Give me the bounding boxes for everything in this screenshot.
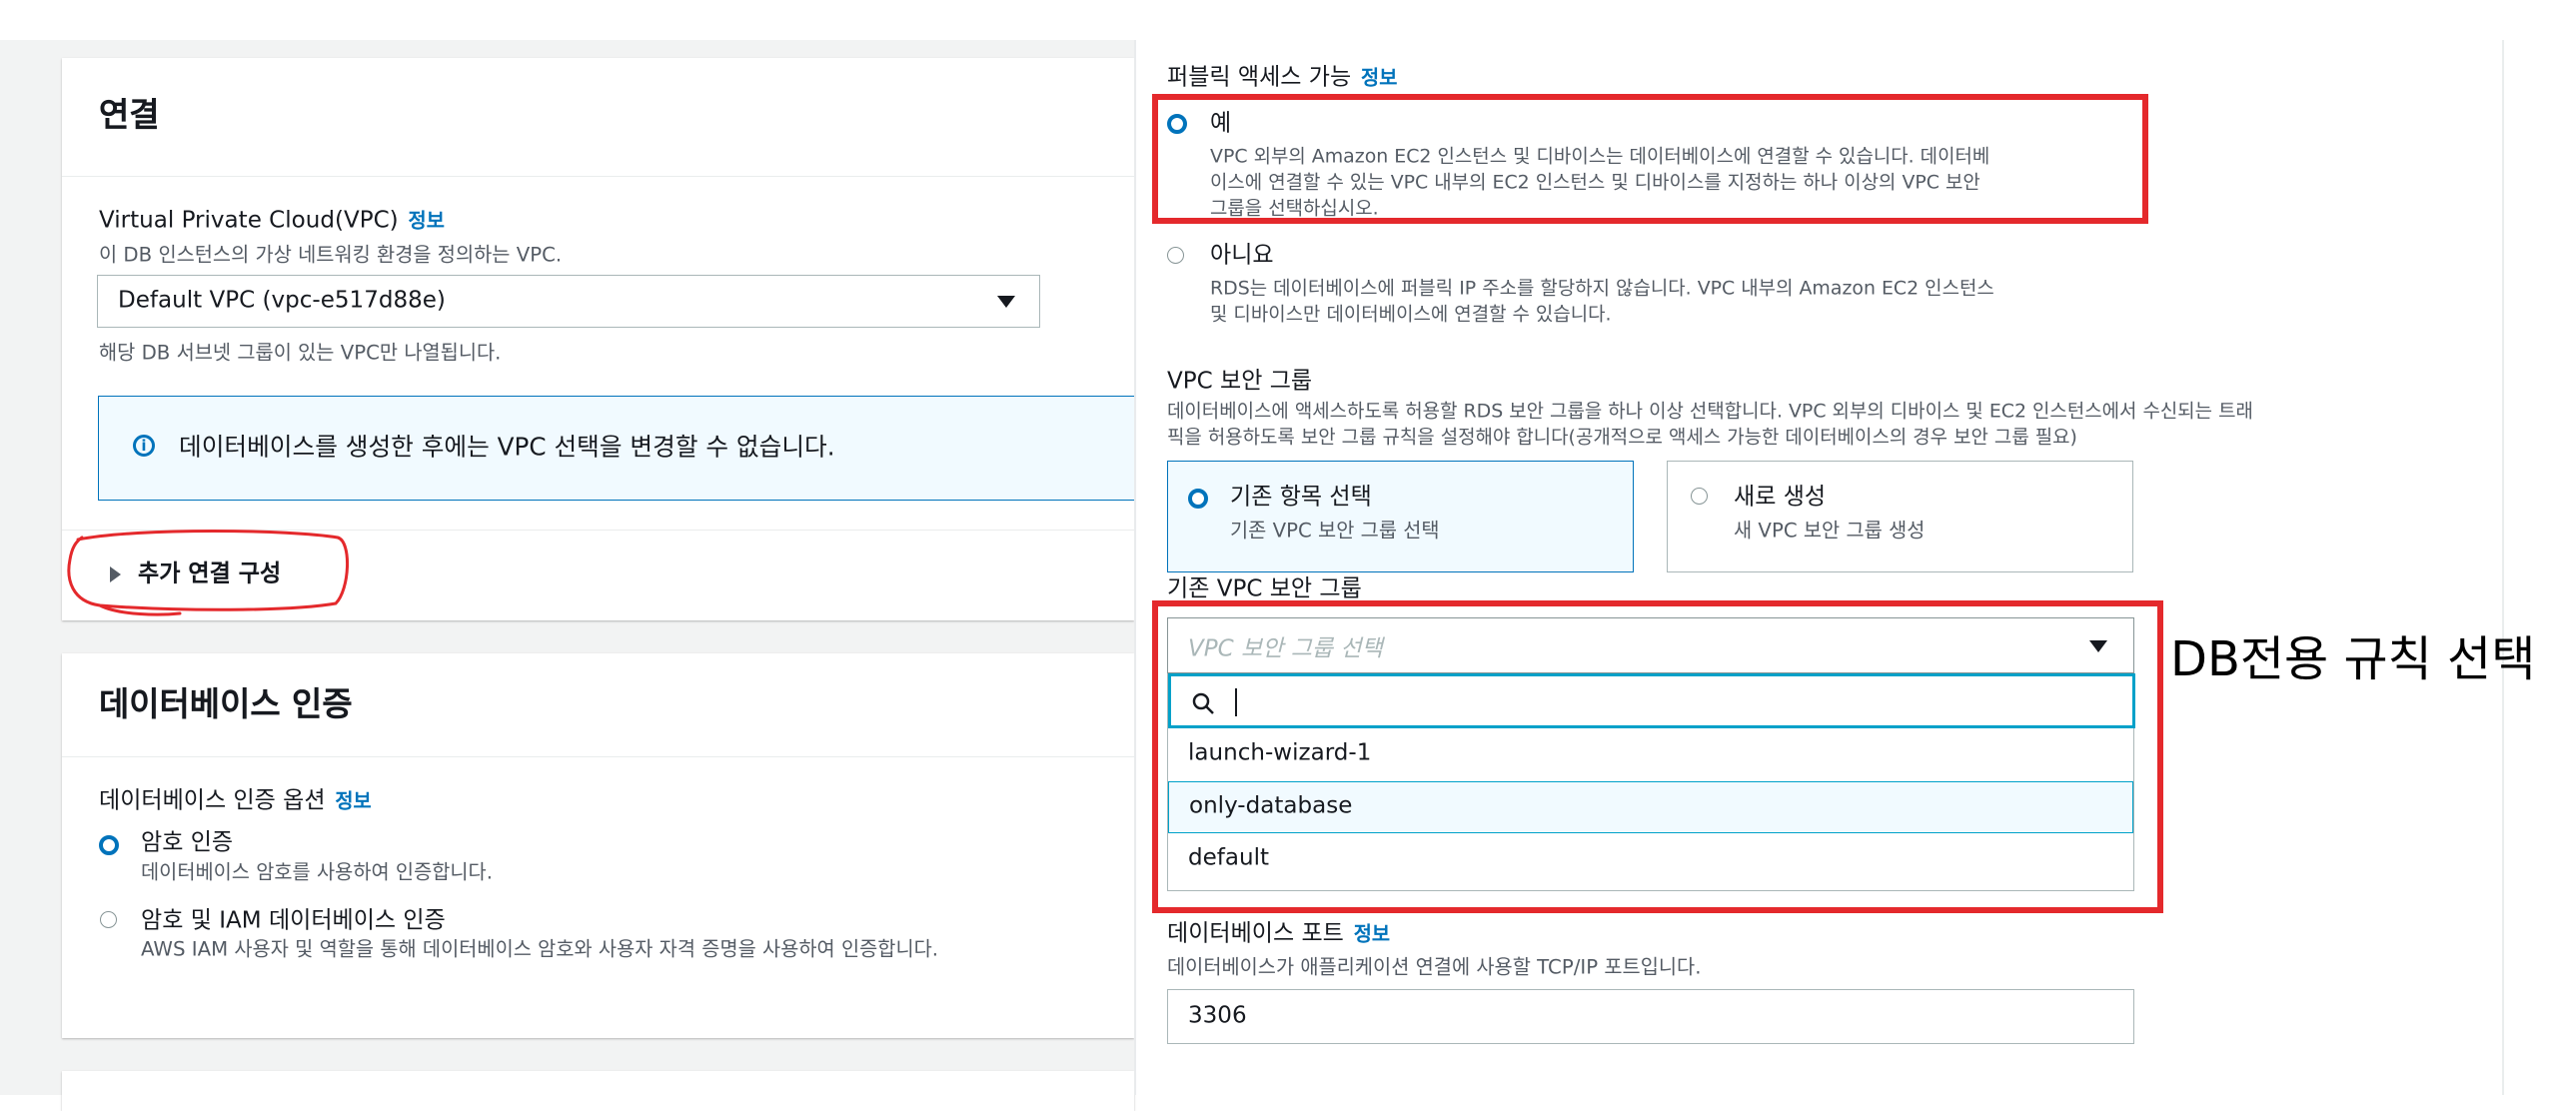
tile-new-title: 새로 생성: [1734, 484, 1827, 512]
vpc-label-text: Virtual Private Cloud(VPC): [99, 207, 399, 234]
public-access-label: 퍼블릭 액세스 가능 정보: [1167, 60, 1397, 93]
vpc-select-value: Default VPC (vpc-e517d88e): [118, 288, 446, 315]
public-access-info-link[interactable]: 정보: [1361, 67, 1397, 90]
highlight-box-public-yes: [1152, 94, 2148, 224]
vpc-info-link[interactable]: 정보: [409, 209, 445, 232]
vpc-alert: i 데이터베이스를 생성한 후에는 VPC 선택을 변경할 수 없습니다.: [98, 396, 1134, 501]
vpc-label: Virtual Private Cloud(VPC) 정보: [99, 206, 445, 234]
sg-label: VPC 보안 그룹: [1167, 368, 1313, 396]
public-no-desc-1: RDS는 데이터베이스에 퍼블릭 IP 주소를 할당하지 않습니다. VPC 내…: [1210, 276, 1994, 300]
port-label: 데이터베이스 포트 정보: [1167, 916, 1390, 949]
auth-iam-label: 암호 및 IAM 데이터베이스 인증: [141, 907, 446, 935]
vpc-alert-text: 데이터베이스를 생성한 후에는 VPC 선택을 변경할 수 없습니다.: [179, 432, 835, 462]
tile-choose-existing[interactable]: 기존 항목 선택 기존 VPC 보안 그룹 선택: [1167, 461, 1634, 572]
auth-password-label: 암호 인증: [141, 829, 234, 857]
db-auth-title: 데이터베이스 인증: [99, 683, 353, 724]
annotation-text: DB전용 규칙 선택: [2170, 631, 2536, 687]
panel-divider: [1134, 40, 1136, 1095]
auth-password-desc: 데이터베이스 암호를 사용하여 인증합니다.: [141, 860, 494, 884]
public-no-desc-2: 및 디바이스만 데이터베이스에 연결할 수 있습니다.: [1210, 302, 1612, 326]
right-edge-divider: [2502, 40, 2504, 1095]
db-auth-card-header: 데이터베이스 인증: [62, 653, 1134, 757]
tile-new-radio: [1691, 488, 1708, 505]
public-access-label-text: 퍼블릭 액세스 가능: [1167, 64, 1352, 92]
next-card-stub: [62, 1071, 1134, 1111]
tile-existing-radio: [1188, 489, 1208, 509]
vpc-hint: 해당 DB 서브넷 그룹이 있는 VPC만 나열됩니다.: [99, 341, 502, 365]
connectivity-title: 연결: [99, 94, 160, 135]
port-desc: 데이터베이스가 애플리케이션 연결에 사용할 TCP/IP 포트입니다.: [1167, 955, 1702, 979]
tile-new-desc: 새 VPC 보안 그룹 생성: [1734, 519, 1926, 543]
vpc-description: 이 DB 인스턴스의 가상 네트워킹 환경을 정의하는 VPC.: [99, 243, 563, 267]
tile-existing-desc: 기존 VPC 보안 그룹 선택: [1230, 519, 1440, 543]
sg-desc-1: 데이터베이스에 액세스하도록 허용할 RDS 보안 그룹을 하나 이상 선택합니…: [1167, 399, 2253, 423]
port-info-link[interactable]: 정보: [1354, 923, 1390, 946]
public-no-label: 아니요: [1210, 242, 1274, 270]
auth-password-radio[interactable]: [99, 835, 119, 855]
public-no-radio[interactable]: [1167, 247, 1184, 264]
tile-existing-title: 기존 항목 선택: [1230, 484, 1372, 512]
auth-iam-radio[interactable]: [100, 911, 117, 928]
tile-create-new[interactable]: 새로 생성 새 VPC 보안 그룹 생성: [1667, 461, 2133, 572]
auth-options-label: 데이터베이스 인증 옵션 정보: [99, 783, 372, 816]
port-input[interactable]: 3306: [1167, 989, 2134, 1044]
auth-iam-desc: AWS IAM 사용자 및 역할을 통해 데이터베이스 암호와 사용자 자격 증…: [141, 937, 939, 961]
highlight-box-sg-select: [1152, 600, 2163, 913]
connectivity-card-header: 연결: [62, 58, 1134, 177]
db-auth-card: 데이터베이스 인증 데이터베이스 인증 옵션 정보 암호 인증 데이터베이스 암호…: [62, 653, 1134, 1038]
vpc-select[interactable]: Default VPC (vpc-e517d88e): [97, 275, 1040, 328]
port-label-text: 데이터베이스 포트: [1167, 920, 1344, 948]
annotation-scribble: [67, 530, 349, 616]
chevron-down-icon: [997, 296, 1015, 308]
existing-sg-label: 기존 VPC 보안 그룹: [1167, 575, 1362, 603]
port-input-value: 3306: [1188, 1003, 1247, 1030]
auth-info-link[interactable]: 정보: [335, 790, 371, 813]
auth-options-label-text: 데이터베이스 인증 옵션: [99, 787, 326, 815]
sg-desc-2: 픽을 허용하도록 보안 그룹 규칙을 설정해야 합니다(공개적으로 액세스 가능…: [1167, 425, 2077, 449]
info-icon: i: [133, 435, 155, 457]
